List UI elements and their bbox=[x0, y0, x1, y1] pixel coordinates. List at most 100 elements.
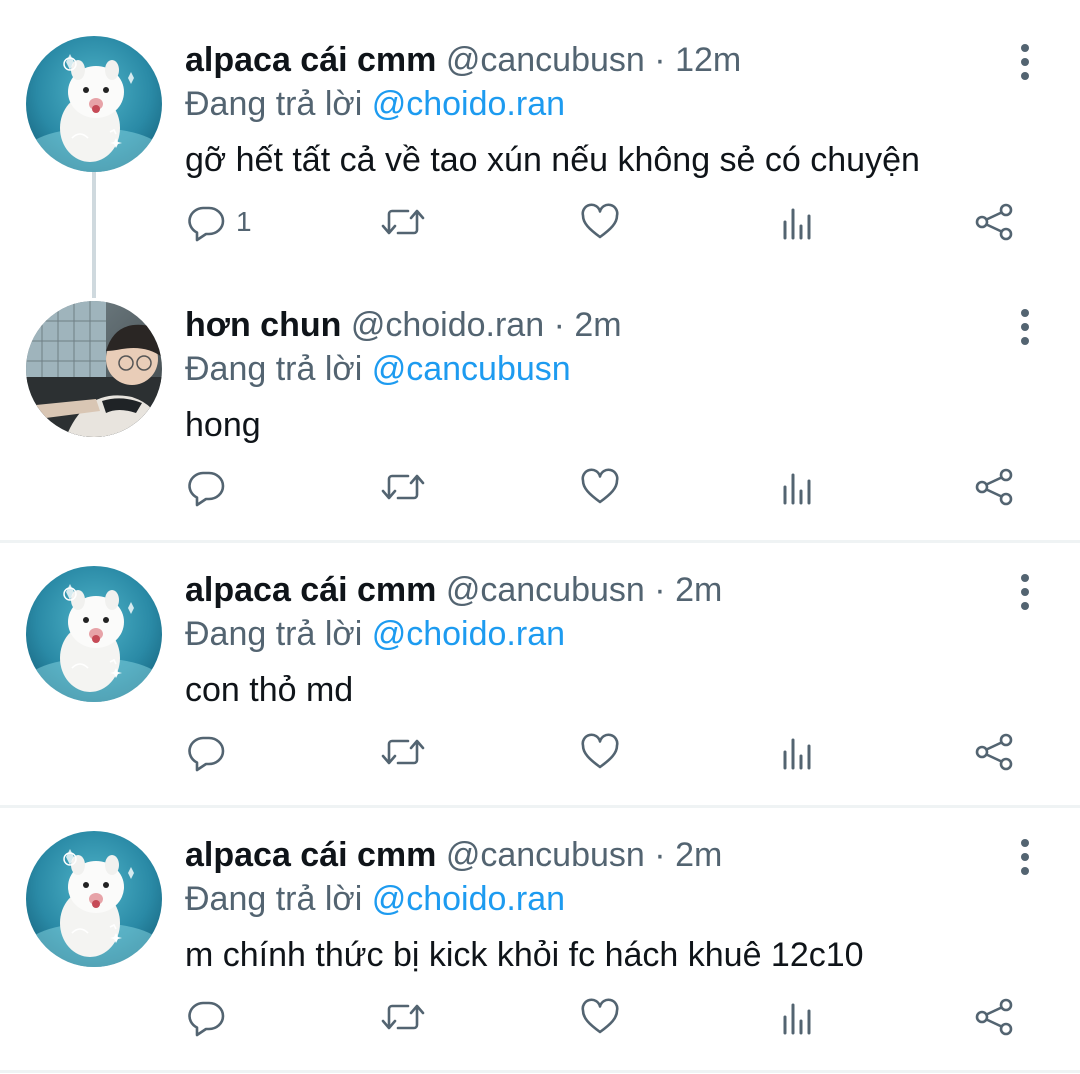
retweet-icon bbox=[381, 467, 425, 507]
retweet-button[interactable] bbox=[381, 194, 425, 250]
timestamp[interactable]: 12m bbox=[675, 41, 741, 79]
share-button[interactable] bbox=[972, 194, 1016, 250]
tweet[interactable]: alpaca cái cmm @cancubusn · 2m Đang trả … bbox=[0, 831, 1080, 1061]
display-name[interactable]: alpaca cái cmm bbox=[185, 41, 436, 79]
views-button[interactable] bbox=[778, 724, 818, 780]
views-icon bbox=[778, 732, 818, 772]
reply-icon bbox=[186, 732, 226, 772]
heart-icon bbox=[580, 997, 620, 1037]
views-button[interactable] bbox=[778, 194, 818, 250]
replying-to: Đang trả lời @choido.ran bbox=[185, 84, 565, 124]
avatar[interactable] bbox=[26, 566, 162, 702]
replying-to-label: Đang trả lời bbox=[185, 615, 363, 653]
avatar[interactable] bbox=[26, 831, 162, 967]
alpaca-avatar-icon bbox=[26, 831, 162, 967]
like-button[interactable] bbox=[580, 459, 620, 515]
timestamp[interactable]: 2m bbox=[574, 306, 621, 344]
more-options-button[interactable] bbox=[1010, 572, 1040, 612]
reply-button[interactable] bbox=[186, 989, 236, 1045]
replying-to: Đang trả lời @choido.ran bbox=[185, 879, 565, 919]
avatar[interactable] bbox=[26, 301, 162, 437]
timestamp[interactable]: 2m bbox=[675, 836, 722, 874]
share-icon bbox=[972, 467, 1016, 507]
tweet-text: con thỏ md bbox=[185, 671, 354, 709]
share-button[interactable] bbox=[972, 724, 1016, 780]
tweet[interactable]: alpaca cái cmm @cancubusn · 2m Đang trả … bbox=[0, 566, 1080, 796]
more-options-button[interactable] bbox=[1010, 307, 1040, 347]
separator-dot: · bbox=[654, 836, 666, 874]
replying-to-handle[interactable]: @choido.ran bbox=[372, 880, 565, 918]
tweet-text: gỡ hết tất cả về tao xún nếu không sẻ có… bbox=[185, 141, 920, 179]
reply-count: 1 bbox=[236, 206, 252, 237]
tweet-actions bbox=[0, 989, 1080, 1045]
tweet-divider bbox=[0, 1070, 1080, 1073]
replying-to-handle[interactable]: @cancubusn bbox=[372, 350, 571, 388]
tweet[interactable]: hơn chun @choido.ran · 2m Đang trả lời @… bbox=[0, 301, 1080, 531]
tweet-header: alpaca cái cmm @cancubusn · 2m bbox=[185, 570, 722, 610]
more-vertical-icon bbox=[1010, 572, 1040, 612]
share-button[interactable] bbox=[972, 459, 1016, 515]
replying-to-handle[interactable]: @choido.ran bbox=[372, 615, 565, 653]
retweet-button[interactable] bbox=[381, 459, 425, 515]
tweet-header: hơn chun @choido.ran · 2m bbox=[185, 305, 622, 345]
display-name[interactable]: alpaca cái cmm bbox=[185, 571, 436, 609]
display-name[interactable]: hơn chun bbox=[185, 306, 341, 344]
like-button[interactable] bbox=[580, 989, 620, 1045]
user-handle[interactable]: @cancubusn bbox=[446, 41, 645, 79]
retweet-icon bbox=[381, 202, 425, 242]
share-icon bbox=[972, 997, 1016, 1037]
more-options-button[interactable] bbox=[1010, 42, 1040, 82]
user-handle[interactable]: @choido.ran bbox=[351, 306, 544, 344]
replying-to-label: Đang trả lời bbox=[185, 85, 363, 123]
reply-button[interactable]: 1 bbox=[186, 194, 252, 250]
tweet-text: m chính thức bị kick khỏi fc hách khuê 1… bbox=[185, 936, 864, 974]
share-icon bbox=[972, 732, 1016, 772]
like-button[interactable] bbox=[580, 724, 620, 780]
tweet-header: alpaca cái cmm @cancubusn · 2m bbox=[185, 835, 722, 875]
tweet-text: hong bbox=[185, 406, 261, 444]
tweet-actions bbox=[0, 459, 1080, 515]
reply-button[interactable] bbox=[186, 459, 236, 515]
reply-icon bbox=[186, 467, 226, 507]
tweet-header: alpaca cái cmm @cancubusn · 12m bbox=[185, 40, 741, 80]
tweet-actions: 1 bbox=[0, 194, 1080, 250]
heart-icon bbox=[580, 732, 620, 772]
replying-to-label: Đang trả lời bbox=[185, 350, 363, 388]
retweet-icon bbox=[381, 997, 425, 1037]
tweet[interactable]: alpaca cái cmm @cancubusn · 12m Đang trả… bbox=[0, 36, 1080, 266]
avatar[interactable] bbox=[26, 36, 162, 172]
display-name[interactable]: alpaca cái cmm bbox=[185, 836, 436, 874]
heart-icon bbox=[580, 202, 620, 242]
tweet-divider bbox=[0, 540, 1080, 543]
reply-button[interactable] bbox=[186, 724, 236, 780]
share-icon bbox=[972, 202, 1016, 242]
more-vertical-icon bbox=[1010, 42, 1040, 82]
heart-icon bbox=[580, 467, 620, 507]
reply-icon bbox=[186, 202, 226, 242]
replying-to: Đang trả lời @choido.ran bbox=[185, 614, 565, 654]
more-vertical-icon bbox=[1010, 307, 1040, 347]
separator-dot: · bbox=[654, 41, 666, 79]
replying-to-handle[interactable]: @choido.ran bbox=[372, 85, 565, 123]
tweet-divider bbox=[0, 805, 1080, 808]
separator-dot: · bbox=[553, 306, 565, 344]
replying-to: Đang trả lời @cancubusn bbox=[185, 349, 571, 389]
more-options-button[interactable] bbox=[1010, 837, 1040, 877]
views-icon bbox=[778, 467, 818, 507]
retweet-button[interactable] bbox=[381, 989, 425, 1045]
like-button[interactable] bbox=[580, 194, 620, 250]
separator-dot: · bbox=[654, 571, 666, 609]
replying-to-label: Đang trả lời bbox=[185, 880, 363, 918]
views-icon bbox=[778, 202, 818, 242]
retweet-button[interactable] bbox=[381, 724, 425, 780]
share-button[interactable] bbox=[972, 989, 1016, 1045]
alpaca-avatar-icon bbox=[26, 566, 162, 702]
views-button[interactable] bbox=[778, 989, 818, 1045]
user-handle[interactable]: @cancubusn bbox=[446, 571, 645, 609]
user-handle[interactable]: @cancubusn bbox=[446, 836, 645, 874]
retweet-icon bbox=[381, 732, 425, 772]
views-icon bbox=[778, 997, 818, 1037]
timestamp[interactable]: 2m bbox=[675, 571, 722, 609]
views-button[interactable] bbox=[778, 459, 818, 515]
reply-icon bbox=[186, 997, 226, 1037]
